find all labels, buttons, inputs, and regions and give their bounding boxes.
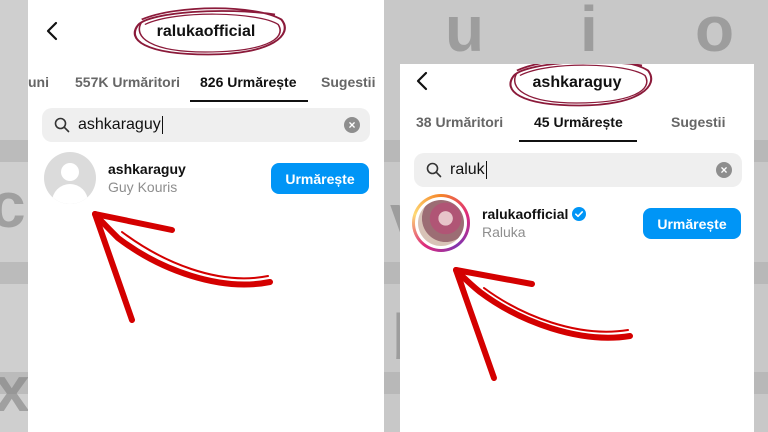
active-tab-indicator <box>519 140 637 142</box>
background-key: u <box>445 0 485 65</box>
profile-header: ashkaraguy <box>400 64 754 107</box>
tab-followers[interactable]: 38 Urmăritori <box>416 102 503 142</box>
profile-username: ralukaofficial <box>156 23 256 40</box>
tab-suggestions[interactable]: Sugestii <box>321 62 375 102</box>
tab-followers[interactable]: 557K Urmăritori <box>75 62 180 102</box>
result-username: ashkaraguy <box>108 161 186 177</box>
default-avatar-icon[interactable] <box>44 152 96 204</box>
profile-photo <box>418 200 464 246</box>
tab-partial[interactable]: uni <box>28 62 49 102</box>
left-screenshot: ralukaofficial uni 557K Urmăritori 826 U… <box>28 0 384 432</box>
profile-title: ashkaraguy <box>508 64 652 107</box>
back-chevron-icon[interactable] <box>412 70 434 92</box>
result-fullname: Raluka <box>482 224 526 240</box>
result-username: ralukaofficial <box>482 206 569 222</box>
search-bar[interactable]: ashkaraguy × <box>42 108 370 142</box>
profile-title: ralukaofficial <box>133 7 286 56</box>
search-input[interactable]: ashkaraguy <box>78 115 163 134</box>
clear-icon[interactable]: × <box>716 162 732 178</box>
tab-bar: uni 557K Urmăritori 826 Urmărește Sugest… <box>28 62 384 102</box>
search-result-row[interactable]: ralukaofficial Raluka <box>412 194 587 252</box>
back-chevron-icon[interactable] <box>42 20 64 42</box>
tab-bar: 38 Urmăritori 45 Urmărește Sugestii <box>400 102 754 142</box>
search-bar[interactable]: raluk × <box>414 153 742 187</box>
active-tab-indicator <box>190 100 308 102</box>
clear-icon[interactable]: × <box>344 117 360 133</box>
result-username-row: ralukaofficial <box>482 206 587 222</box>
tab-suggestions[interactable]: Sugestii <box>671 102 725 142</box>
background-key: i <box>580 0 598 65</box>
story-avatar[interactable] <box>412 194 470 252</box>
search-icon <box>54 117 70 133</box>
search-icon <box>426 162 442 178</box>
search-input[interactable]: raluk <box>450 160 487 179</box>
background-key: x <box>0 353 30 425</box>
verified-badge-icon <box>572 207 587 221</box>
background-key: o <box>695 0 735 65</box>
right-screenshot: ashkaraguy 38 Urmăritori 45 Urmărește Su… <box>400 64 754 432</box>
result-fullname: Guy Kouris <box>108 179 178 195</box>
follow-button[interactable]: Urmărește <box>271 163 369 194</box>
background-key: c <box>0 169 26 241</box>
search-result-row[interactable]: ashkaraguy Guy Kouris <box>44 152 186 204</box>
tab-following[interactable]: 45 Urmărește <box>534 102 623 142</box>
profile-header: ralukaofficial <box>28 0 384 64</box>
follow-button[interactable]: Urmărește <box>643 208 741 239</box>
tab-following[interactable]: 826 Urmărește <box>200 62 297 102</box>
profile-username: ashkaraguy <box>532 74 622 91</box>
